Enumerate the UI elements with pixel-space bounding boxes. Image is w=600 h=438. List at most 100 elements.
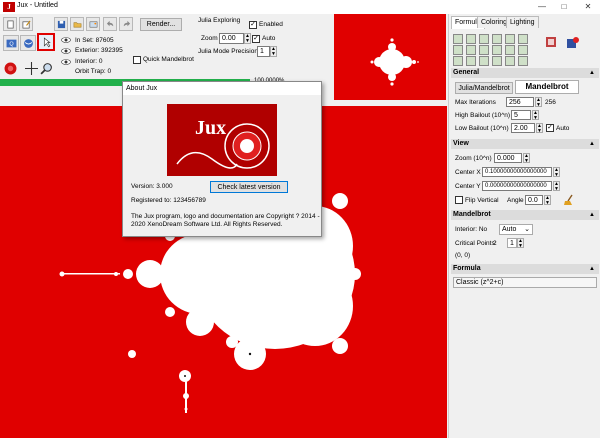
save-button[interactable]: [54, 17, 68, 31]
preset-swatch[interactable]: [479, 56, 489, 66]
magnify-icon: Q: [6, 39, 17, 48]
preset-swatch[interactable]: [466, 45, 476, 55]
maximize-button[interactable]: □: [554, 0, 574, 14]
zoom-out-button[interactable]: Q: [3, 35, 19, 51]
preset-swatch[interactable]: [479, 34, 489, 44]
julia-precision-input[interactable]: 1: [257, 46, 270, 57]
preset-swatch[interactable]: [505, 34, 515, 44]
version-text: Version: 3.000: [131, 183, 173, 190]
preset-swatch[interactable]: [466, 34, 476, 44]
eye-icon-2[interactable]: [61, 47, 71, 55]
folder-icon: [73, 22, 82, 28]
formula-selector[interactable]: Classic (z^2+c): [453, 277, 597, 288]
minimize-button[interactable]: —: [532, 0, 552, 14]
low-bailout-input[interactable]: 2.00: [511, 123, 535, 133]
preset-swatch[interactable]: [453, 45, 463, 55]
collapse-icon: ▲: [589, 70, 595, 76]
collapse-icon: ▲: [589, 141, 595, 147]
zoom-label: Zoom: [201, 35, 218, 42]
new-file-button[interactable]: [3, 17, 17, 31]
low-bailout-spinner[interactable]: ▲ ▼: [536, 123, 543, 134]
julia-zoom-input[interactable]: 0.00: [219, 33, 244, 44]
app-window: J Jux - Untitled — □ ✕ Render... Julia E…: [0, 0, 600, 438]
preset-swatch[interactable]: [492, 56, 502, 66]
redo-button[interactable]: [119, 17, 133, 31]
julia-zoom-spinner[interactable]: ▲ ▼: [244, 33, 251, 44]
center-x-spinner[interactable]: ▲ ▼: [553, 167, 560, 178]
preset-save-icon[interactable]: [565, 36, 579, 50]
preset-swatch[interactable]: [492, 45, 502, 55]
undo-button[interactable]: [103, 17, 117, 31]
quick-mandelbrot-checkbox[interactable]: [133, 56, 141, 64]
edit-icon: [22, 20, 31, 29]
interior-select-value: Auto: [502, 226, 517, 233]
preset-swatch[interactable]: [518, 34, 528, 44]
crosshair-button[interactable]: [25, 62, 38, 75]
in-set-count: In Set: 87605: [75, 37, 114, 44]
view-zoom-input[interactable]: 0.000: [494, 153, 522, 163]
preset-apply-icon[interactable]: [545, 36, 557, 48]
preset-swatch[interactable]: [479, 45, 489, 55]
copyright-line-1: The Jux program, logo and documentation …: [131, 213, 320, 220]
tab-lighting[interactable]: Lighting: [506, 16, 539, 28]
low-bailout-auto-checkbox[interactable]: ✓: [546, 124, 554, 132]
image-icon: [89, 21, 98, 28]
julia-preview[interactable]: [334, 14, 446, 100]
preset-swatch[interactable]: [466, 56, 476, 66]
crosshair-icon: [25, 62, 38, 75]
preset-swatch[interactable]: [518, 45, 528, 55]
max-iterations-spinner[interactable]: ▲ ▼: [535, 97, 542, 108]
angle-label: Angle: [507, 197, 524, 204]
critical-point-spinner[interactable]: ▲ ▼: [517, 238, 524, 249]
center-y-spinner[interactable]: ▲ ▼: [553, 181, 560, 192]
formula-section-header[interactable]: Formula ▲: [451, 264, 599, 274]
zoom-tool-button[interactable]: [40, 62, 53, 75]
center-y-input[interactable]: 0.00000000000000000: [482, 181, 552, 191]
interior-select[interactable]: Auto ⌄: [499, 224, 533, 235]
mandelbrot-section-header[interactable]: Mandelbrot ▲: [451, 210, 599, 220]
properties-panel: Formula Coloring Lighting General ▲ Julia…: [448, 14, 600, 438]
zoom-in-button[interactable]: [20, 35, 36, 51]
view-zoom-label: Zoom (10^n): [455, 155, 492, 162]
center-x-label: Center X: [455, 169, 481, 176]
high-bailout-input[interactable]: 5: [511, 110, 531, 120]
enabled-checkbox[interactable]: ✓: [249, 21, 257, 29]
high-bailout-spinner[interactable]: ▲ ▼: [532, 110, 539, 121]
general-section-header[interactable]: General ▲: [451, 68, 599, 78]
preset-swatch[interactable]: [492, 34, 502, 44]
svg-text:Q: Q: [9, 42, 14, 48]
check-latest-version-button[interactable]: Check latest version: [210, 181, 288, 193]
critical-point-select[interactable]: 1: [507, 238, 517, 248]
stop-render-button[interactable]: [4, 62, 17, 75]
open-folder-button[interactable]: [70, 17, 84, 31]
center-y-label: Center Y: [455, 183, 481, 190]
registered-text: Registered to: 123456789: [131, 197, 206, 204]
julia-mandelbrot-toggle[interactable]: Julia/Mandelbrot: [455, 82, 513, 94]
eye-icon[interactable]: [61, 36, 71, 44]
angle-input[interactable]: 0.0: [525, 195, 543, 205]
eye-icon-3[interactable]: [61, 58, 71, 66]
flip-vertical-checkbox[interactable]: [455, 196, 463, 204]
reset-view-button[interactable]: [563, 194, 575, 206]
preset-swatch[interactable]: [453, 34, 463, 44]
preset-swatch[interactable]: [505, 56, 515, 66]
enabled-label: Enabled: [259, 21, 283, 28]
collapse-icon: ▲: [589, 266, 595, 272]
image-settings-button[interactable]: [86, 17, 100, 31]
angle-spinner[interactable]: ▲ ▼: [544, 195, 551, 206]
julia-picker-button[interactable]: [37, 33, 55, 51]
open-file-button[interactable]: [19, 17, 33, 31]
preset-swatch[interactable]: [453, 56, 463, 66]
critical-points-label: Critical Points:: [455, 240, 497, 247]
center-x-input[interactable]: 0.10000000000000000: [482, 167, 552, 177]
preset-swatch[interactable]: [505, 45, 515, 55]
julia-precision-spinner[interactable]: ▲ ▼: [270, 46, 277, 57]
view-section-header[interactable]: View ▲: [451, 139, 599, 149]
mandelbrot-mode-button[interactable]: Mandelbrot: [515, 80, 579, 94]
auto-zoom-checkbox[interactable]: ✓: [252, 35, 260, 43]
view-zoom-spinner[interactable]: ▲ ▼: [523, 153, 530, 164]
max-iterations-input[interactable]: 256: [506, 97, 534, 107]
preset-swatch[interactable]: [518, 56, 528, 66]
render-button[interactable]: Render...: [140, 18, 182, 31]
close-button[interactable]: ✕: [578, 0, 598, 14]
